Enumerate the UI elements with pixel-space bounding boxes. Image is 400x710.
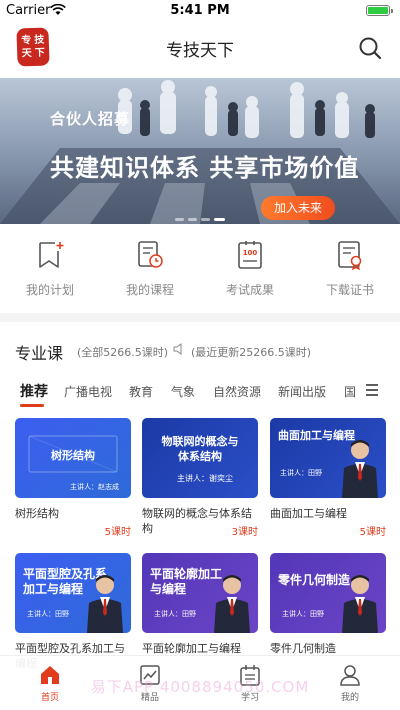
course-title: 平面轮廓加工与编程 — [142, 642, 241, 655]
speaker-icon — [173, 343, 182, 355]
tab-news-publishing[interactable]: 新闻出版 — [278, 383, 326, 400]
promo-banner[interactable]: 合伙人招募 共建知识体系 共享市场价值 加入未来 — [0, 78, 400, 224]
recent-update-hours: (最近更新25266.5课时) — [191, 346, 312, 359]
course-thumbnail: 平面型腔及孔系 加工与编程 主讲人：田野 — [15, 553, 131, 633]
pager-dot[interactable] — [201, 218, 210, 221]
course-clock-icon — [138, 241, 163, 268]
course-hours: 5课时 — [104, 527, 131, 538]
tab-natural-resources[interactable]: 自然资源 — [213, 383, 261, 400]
search-icon[interactable] — [358, 36, 382, 60]
page-title: 专技天下 — [166, 41, 234, 61]
join-future-button[interactable]: 加入未来 — [261, 196, 335, 220]
exam-score-icon: 100 — [238, 241, 262, 269]
lecturer-photo — [87, 575, 123, 633]
banner-pager — [175, 218, 225, 221]
tab-education[interactable]: 教育 — [129, 383, 153, 400]
course-thumbnail: 平面轮廓加工 与编程 主讲人：田野 — [142, 553, 258, 633]
course-thumbnail: 零件几何制造 主讲人：田野 — [270, 553, 386, 633]
bookmark-plus-icon — [39, 242, 64, 268]
tab-broadcast-tv[interactable]: 广播电视 — [64, 383, 112, 400]
lecturer-photo — [342, 575, 378, 633]
clock: 5:41 PM — [170, 3, 230, 18]
quick-link-exam-results[interactable]: 100 考试成果 — [200, 240, 300, 304]
watermark-text: 易下APP 4008894050.COM — [90, 678, 310, 696]
category-tabs: 推荐 广播电视 教育 气象 自然资源 新闻出版 国 — [0, 378, 400, 408]
course-thumbnail: 曲面加工与编程 主讲人：田野 — [270, 418, 386, 498]
course-hours: 5课时 — [359, 527, 386, 538]
status-bar: Carrier 5:41 PM — [0, 0, 400, 22]
course-hours: 3课时 — [231, 527, 258, 538]
banner-eyebrow: 合伙人招募 — [50, 110, 131, 128]
course-card[interactable]: 树形结构 主讲人：赵志成 树形结构 5课时 — [15, 418, 131, 538]
active-tab-indicator — [20, 404, 44, 407]
nav-bar: 专 技 天 下 专技天下 — [0, 22, 400, 74]
course-title: 曲面加工与编程 — [270, 507, 347, 520]
course-title: 树形结构 — [15, 507, 59, 520]
section-title: 专业课 — [15, 344, 64, 363]
pager-dot[interactable] — [175, 218, 184, 221]
tab-meteorology[interactable]: 气象 — [171, 383, 195, 400]
certificate-icon — [338, 241, 362, 270]
banner-headline: 共建知识体系 共享市场价值 — [50, 154, 360, 182]
course-card[interactable]: 曲面加工与编程 主讲人：田野 曲面加工与编程 5课时 — [270, 418, 386, 538]
quick-link-my-plan[interactable]: 我的计划 — [0, 240, 100, 304]
pager-dot[interactable] — [214, 218, 225, 221]
course-thumbnail: 物联网的概念与 体系结构 主讲人：谢奕尘 — [142, 418, 258, 498]
quick-link-download-certificate[interactable]: 下载证书 — [300, 240, 400, 304]
quick-link-my-courses[interactable]: 我的课程 — [100, 240, 200, 304]
quick-links: 我的计划 我的课程 100 考试成果 下载证书 — [0, 240, 400, 304]
lecturer-photo — [342, 440, 378, 498]
total-hours: (全部5266.5课时) — [77, 346, 169, 359]
course-card[interactable]: 平面轮廓加工 与编程 主讲人：田野 平面轮廓加工与编程 — [142, 553, 258, 656]
course-card[interactable]: 物联网的概念与 体系结构 主讲人：谢奕尘 物联网的概念与体系结构 3课时 — [142, 418, 258, 538]
pager-dot[interactable] — [188, 218, 197, 221]
course-thumbnail: 树形结构 主讲人：赵志成 — [15, 418, 131, 498]
course-title: 零件几何制造 — [270, 642, 336, 655]
section-header: 专业课 (全部5266.5课时) (最近更新25266.5课时) — [0, 336, 400, 363]
course-card[interactable]: 零件几何制造 主讲人：田野 零件几何制造 — [270, 553, 386, 656]
tab-recommended[interactable]: 推荐 — [20, 381, 48, 401]
section-divider — [0, 313, 400, 322]
tab-more-partial[interactable]: 国 — [344, 383, 356, 400]
menu-icon[interactable] — [364, 383, 380, 397]
lecturer-photo — [214, 575, 250, 633]
battery-icon — [366, 5, 393, 16]
svg-text:100: 100 — [243, 249, 258, 257]
course-card[interactable]: 平面型腔及孔系 加工与编程 主讲人：田野 平面型腔及孔系加工与编程 — [15, 553, 131, 671]
